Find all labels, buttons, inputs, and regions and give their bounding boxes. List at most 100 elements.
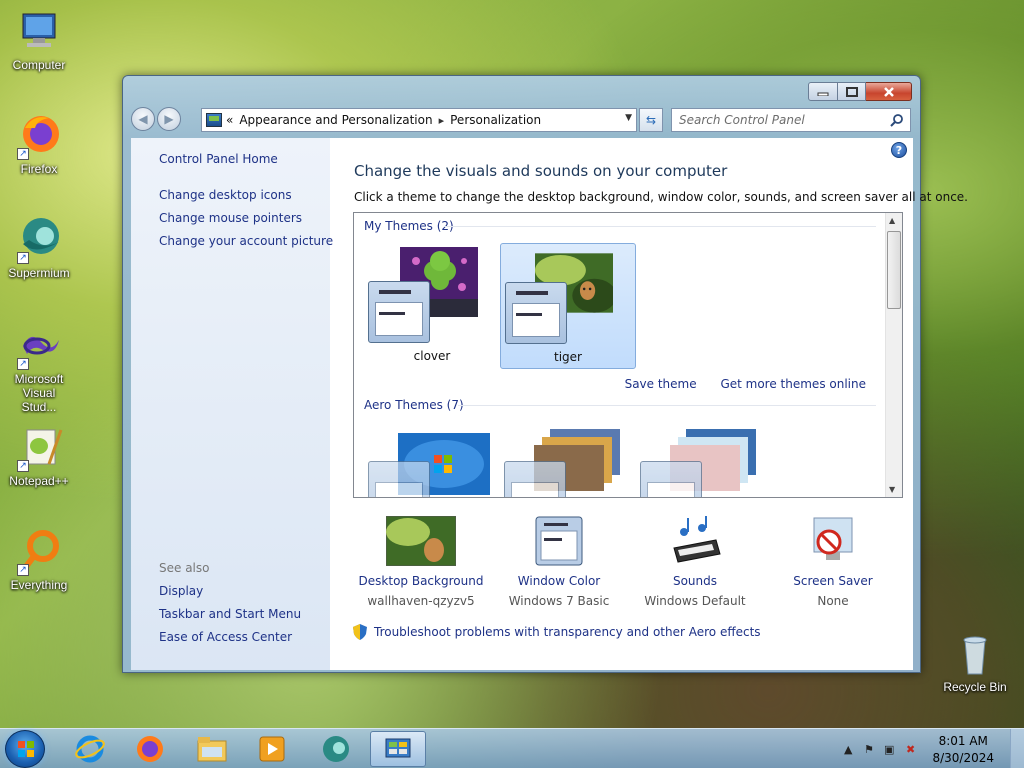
sounds-label[interactable]: Sounds: [627, 574, 763, 588]
scrollbar-thumb[interactable]: [887, 231, 901, 309]
themes-scrollbar[interactable]: ▲ ▼: [885, 213, 902, 497]
taskbar-start-menu-link[interactable]: Taskbar and Start Menu: [159, 607, 301, 621]
close-button[interactable]: [866, 82, 912, 101]
change-mouse-pointers-link[interactable]: Change mouse pointers: [159, 211, 302, 225]
show-desktop-button[interactable]: [1010, 729, 1024, 768]
system-clock[interactable]: 8:01 AM 8/30/2024: [932, 733, 994, 767]
scroll-down-icon[interactable]: ▼: [889, 485, 895, 494]
window-preview-icon: [368, 281, 430, 343]
minimize-button[interactable]: [808, 82, 838, 101]
taskbar-explorer[interactable]: [184, 731, 240, 767]
sounds-value: Windows Default: [644, 594, 746, 608]
navigation-bar: ◀ ▶ « Appearance and Personalization ▸ P…: [131, 106, 912, 134]
taskbar-media-player[interactable]: [244, 731, 300, 767]
back-button[interactable]: ◀: [131, 107, 155, 131]
screen-saver-item[interactable]: Screen Saver None: [765, 516, 901, 608]
desktop-icon-label: Microsoft Visual Stud...: [14, 372, 64, 414]
desktop-icon-firefox[interactable]: ↗ Firefox: [4, 112, 74, 176]
desktop-icon-visual-studio[interactable]: ↗ Microsoft Visual Stud...: [4, 322, 74, 414]
left-task-pane: Control Panel Home Change desktop icons …: [131, 138, 333, 670]
screen-saver-label[interactable]: Screen Saver: [765, 574, 901, 588]
computer-icon: [15, 8, 63, 56]
see-also-label: See also: [159, 561, 210, 575]
desktop-background-label[interactable]: Desktop Background: [353, 574, 489, 588]
taskbar-supermium[interactable]: [308, 731, 364, 767]
back-arrow-icon: ◀: [138, 112, 148, 126]
address-bar[interactable]: « Appearance and Personalization ▸ Perso…: [201, 108, 637, 132]
theme-aero-windows7[interactable]: [364, 423, 500, 497]
maximize-icon: [845, 86, 858, 97]
window-controls: [808, 82, 912, 101]
scroll-up-icon[interactable]: ▲: [889, 216, 895, 225]
taskbar-control-panel[interactable]: [370, 731, 426, 767]
theme-aero-characters[interactable]: [636, 423, 772, 497]
window-color-label[interactable]: Window Color: [491, 574, 627, 588]
network-icon[interactable]: ▣: [884, 743, 894, 756]
taskbar: ▲ ⚑ ▣ ✖ 8:01 AM 8/30/2024: [0, 728, 1024, 768]
windows-logo-icon: [18, 741, 34, 757]
taskbar-internet-explorer[interactable]: [62, 731, 118, 767]
window-color-item[interactable]: Window Color Windows 7 Basic: [491, 516, 627, 608]
save-theme-link[interactable]: Save theme: [625, 377, 697, 391]
refresh-icon: ⇆: [645, 113, 657, 127]
ease-of-access-link[interactable]: Ease of Access Center: [159, 630, 292, 644]
taskbar-firefox[interactable]: [122, 731, 178, 767]
theme-name: tiger: [554, 350, 582, 364]
aero-themes-group-label[interactable]: Aero Themes (7): [364, 398, 464, 412]
address-dropdown-icon[interactable]: ▼: [625, 113, 632, 123]
breadcrumb-personalization[interactable]: Personalization: [450, 113, 541, 127]
explorer-icon: [197, 737, 227, 762]
breadcrumb-separator-icon[interactable]: ▸: [439, 114, 445, 127]
window-preview-icon: [368, 461, 430, 497]
get-more-themes-link[interactable]: Get more themes online: [720, 377, 866, 391]
search-input[interactable]: Search Control Panel: [671, 108, 911, 132]
desktop-background-value: wallhaven-qzyzv5: [367, 594, 475, 608]
themes-list[interactable]: My Themes (2) clover tiger Save theme Ge…: [353, 212, 903, 498]
supermium-icon: [323, 736, 349, 762]
desktop-icon-notepadpp[interactable]: ↗ Notepad++: [4, 424, 74, 488]
desktop-icon-label: Everything: [10, 578, 68, 592]
shield-icon: [353, 624, 367, 640]
desktop-icon-supermium[interactable]: ↗ Supermium: [4, 216, 74, 280]
show-hidden-icons-icon[interactable]: ▲: [844, 743, 852, 756]
change-desktop-icons-link[interactable]: Change desktop icons: [159, 188, 292, 202]
desktop-icon-everything[interactable]: ↗ Everything: [4, 528, 74, 592]
breadcrumb-appearance[interactable]: Appearance and Personalization: [239, 113, 432, 127]
desktop-icon-label: Computer: [12, 58, 66, 72]
volume-muted-icon[interactable]: ✖: [906, 743, 915, 756]
shortcut-arrow-icon: ↗: [17, 460, 29, 472]
forward-button[interactable]: ▶: [157, 107, 181, 131]
forward-arrow-icon: ▶: [164, 112, 174, 126]
my-themes-group-label[interactable]: My Themes (2): [364, 219, 454, 233]
sounds-icon: [660, 516, 730, 566]
desktop-icon-recycle-bin[interactable]: Recycle Bin: [940, 630, 1010, 694]
theme-aero-architecture[interactable]: [500, 423, 636, 497]
sounds-item[interactable]: Sounds Windows Default: [627, 516, 763, 608]
action-center-flag-icon[interactable]: ⚑: [864, 743, 874, 756]
desktop-icon-computer[interactable]: Computer: [4, 8, 74, 72]
desktop-icon-label: Notepad++: [9, 474, 69, 488]
visual-studio-icon: ↗: [15, 322, 63, 370]
troubleshoot-link[interactable]: Troubleshoot problems with transparency …: [353, 624, 761, 640]
maximize-button[interactable]: [838, 82, 866, 101]
help-icon[interactable]: ?: [891, 142, 907, 158]
control-panel-icon: [206, 113, 222, 127]
start-button[interactable]: [5, 730, 45, 768]
refresh-button[interactable]: ⇆: [639, 108, 663, 132]
change-account-picture-link[interactable]: Change your account picture: [159, 234, 333, 248]
troubleshoot-label[interactable]: Troubleshoot problems with transparency …: [374, 625, 761, 639]
display-link[interactable]: Display: [159, 584, 203, 598]
theme-clover[interactable]: clover: [364, 243, 500, 369]
group-divider: [458, 405, 876, 406]
firefox-icon: ↗: [15, 112, 63, 160]
firefox-icon: [137, 736, 163, 762]
desktop-background-item[interactable]: Desktop Background wallhaven-qzyzv5: [353, 515, 489, 608]
control-panel-home-link[interactable]: Control Panel Home: [159, 152, 278, 166]
window-preview-icon: [640, 461, 702, 497]
search-placeholder: Search Control Panel: [679, 113, 805, 127]
theme-tiger[interactable]: tiger: [500, 243, 636, 369]
screen-saver-icon: [798, 516, 868, 566]
search-icon[interactable]: [890, 113, 904, 127]
breadcrumb-chevrons[interactable]: «: [226, 113, 233, 127]
desktop-background-icon: [385, 515, 457, 567]
